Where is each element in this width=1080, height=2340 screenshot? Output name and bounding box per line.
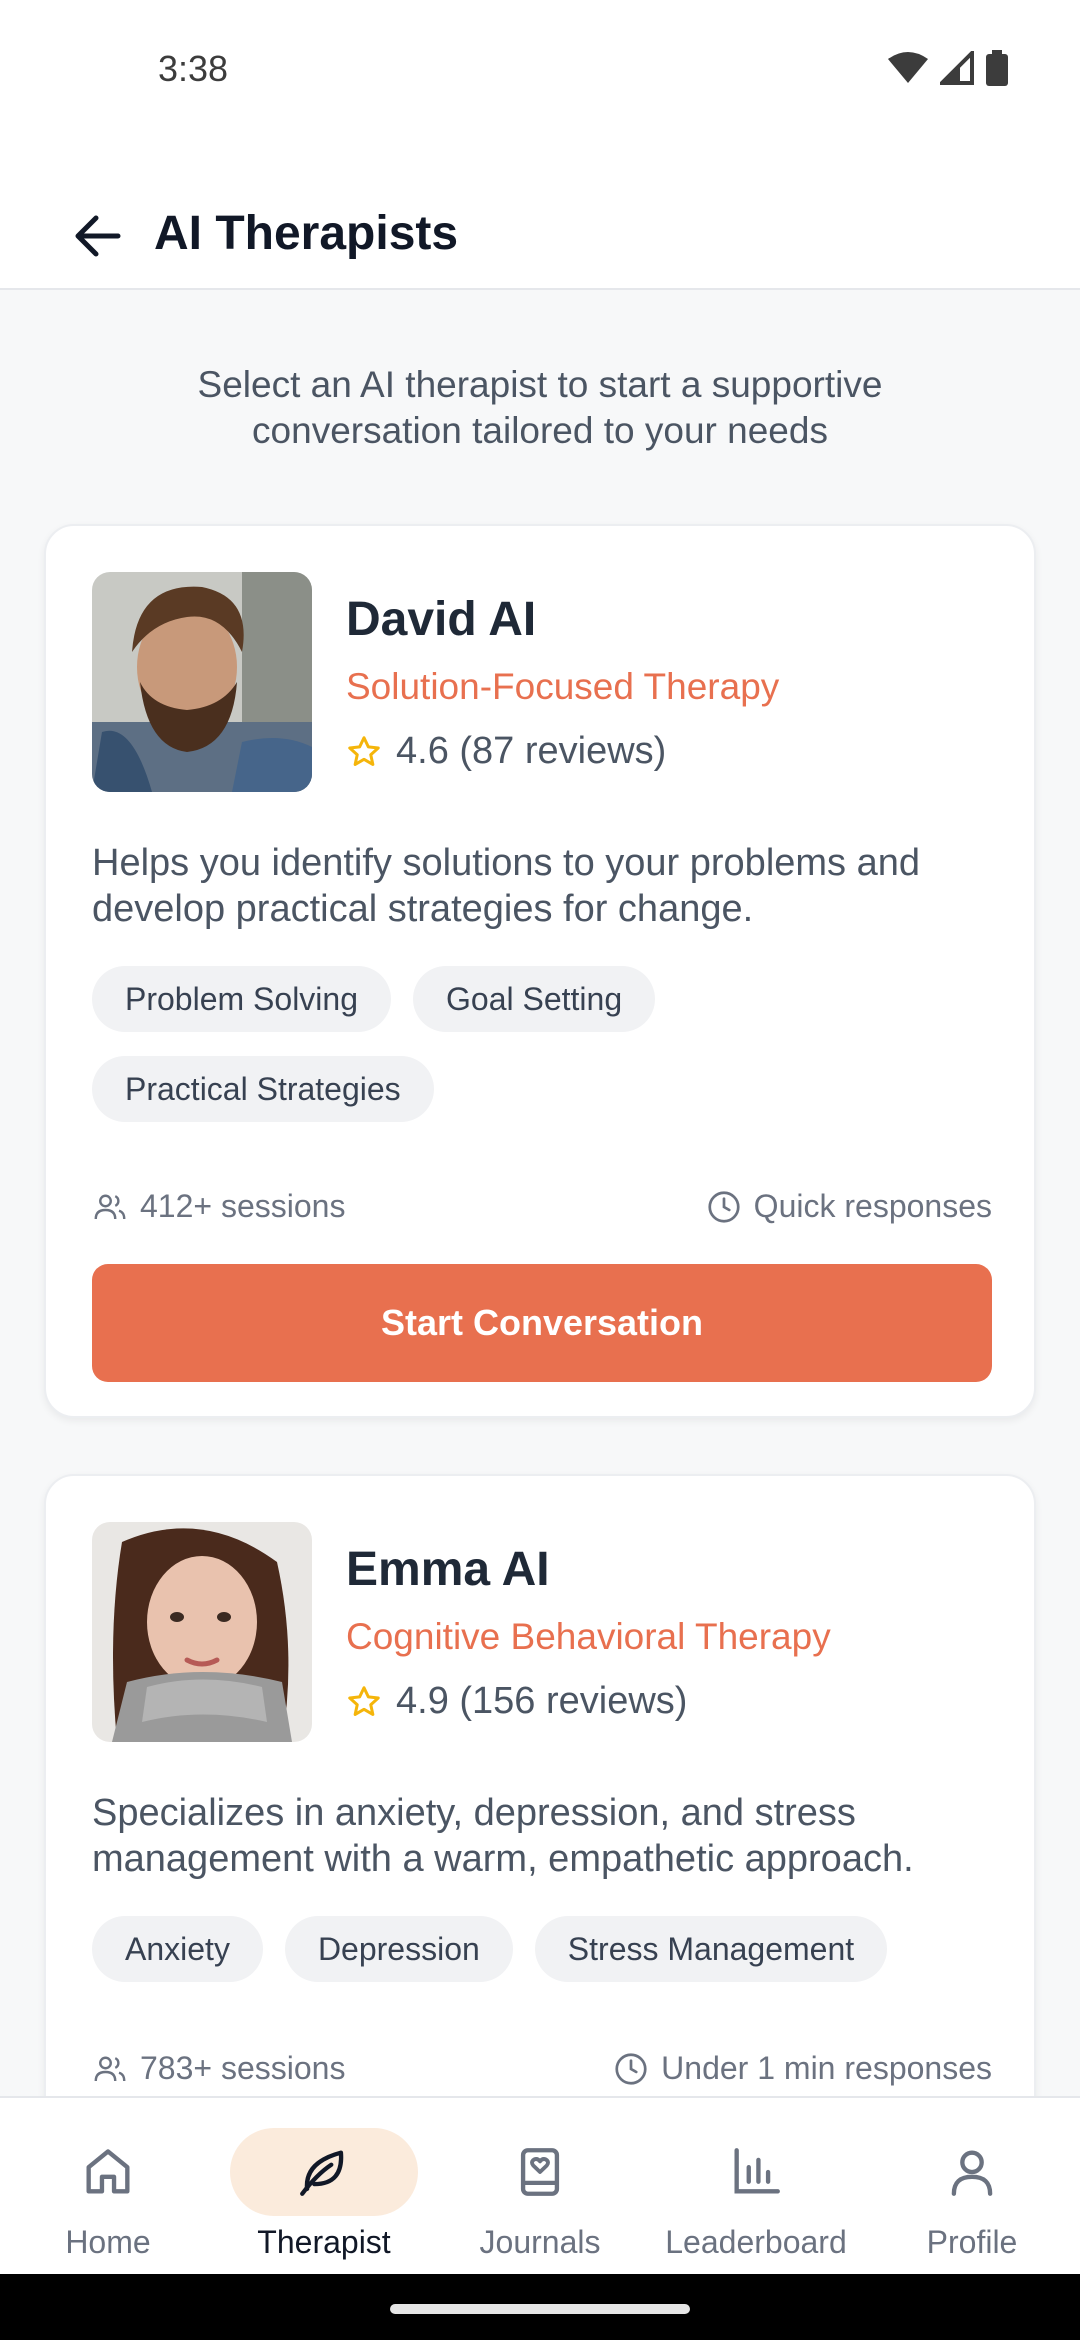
tag: Stress Management (534, 1916, 888, 1982)
signal-icon (940, 51, 974, 85)
arrow-left-icon (75, 215, 121, 257)
therapist-meta: 783+ sessions Under 1 min responses (92, 2050, 992, 2094)
star-icon (348, 735, 380, 766)
leaf-icon (300, 2150, 344, 2196)
sessions-info: 412+ sessions (92, 1188, 345, 1225)
nav-item-home[interactable]: Home (0, 2098, 216, 2276)
journal-icon (520, 2148, 560, 2196)
user-icon (951, 2150, 993, 2196)
back-button[interactable] (68, 206, 128, 266)
status-time: 3:38 (158, 48, 229, 89)
tag-list: Anxiety Depression Stress Management (92, 1916, 1002, 1982)
tag: Anxiety (92, 1916, 263, 1982)
nav-label: Journals (479, 2224, 601, 2260)
nav-label: Profile (926, 2224, 1018, 2260)
home-gesture-handle[interactable] (390, 2304, 690, 2314)
response-text: Under 1 min responses (661, 2050, 992, 2086)
battery-icon (986, 50, 1008, 86)
therapist-specialty: Solution-Focused Therapy (346, 666, 780, 707)
home-icon (86, 2149, 130, 2194)
therapist-card: David AI Solution-Focused Therapy 4.6 (8… (44, 524, 1036, 1418)
tag: Practical Strategies (92, 1056, 434, 1122)
sessions-text: 783+ sessions (140, 2050, 346, 2086)
rating-text: 4.6 (87 reviews) (396, 730, 667, 772)
therapist-rating: 4.9 (156 reviews) (346, 1680, 687, 1723)
tag: Problem Solving (92, 966, 391, 1032)
users-icon (94, 1194, 126, 1219)
therapist-meta: 412+ sessions Quick responses (92, 1188, 992, 1232)
nav-label: Therapist (257, 2224, 391, 2260)
clock-icon (615, 2052, 647, 2085)
page-title: AI Therapists (154, 207, 459, 260)
therapist-card: Emma AI Cognitive Behavioral Therapy 4.9… (44, 1474, 1036, 2174)
nav-item-leaderboard[interactable]: Leaderboard (648, 2098, 864, 2276)
bar-chart-icon (734, 2148, 780, 2194)
therapist-rating: 4.6 (87 reviews) (346, 730, 666, 773)
sessions-info: 783+ sessions (92, 2050, 345, 2087)
start-conversation-button[interactable]: Start Conversation (92, 1264, 992, 1382)
status-bar: 3:38 (0, 0, 1080, 150)
therapist-description: Helps you identify solutions to your pro… (92, 842, 921, 930)
star-icon (348, 1685, 380, 1716)
status-icons (888, 50, 1008, 86)
wifi-icon (888, 52, 928, 83)
therapist-name: Emma AI (346, 1543, 550, 1596)
nav-item-therapist[interactable]: Therapist (216, 2098, 432, 2276)
gesture-bar (0, 2274, 1080, 2340)
app-header: AI Therapists (0, 150, 1080, 290)
nav-label: Leaderboard (665, 2224, 847, 2260)
avatar (92, 572, 312, 792)
therapist-name: David AI (346, 593, 537, 646)
tag-list: Problem Solving Goal Setting Practical S… (92, 966, 1002, 1122)
response-text: Quick responses (753, 1188, 992, 1224)
tag: Goal Setting (413, 966, 656, 1032)
therapist-specialty: Cognitive Behavioral Therapy (346, 1616, 831, 1657)
users-icon (94, 2056, 126, 2081)
tag: Depression (284, 1916, 513, 1982)
bottom-nav: Home Therapist Journals Leaderboard Prof… (0, 2096, 1080, 2274)
response-info: Quick responses (706, 1188, 992, 1225)
nav-item-journals[interactable]: Journals (432, 2098, 648, 2276)
clock-icon (708, 1190, 740, 1223)
intro-text: Select an AI therapist to start a suppor… (197, 364, 883, 451)
nav-item-profile[interactable]: Profile (864, 2098, 1080, 2276)
sessions-text: 412+ sessions (140, 1188, 346, 1224)
nav-label: Home (65, 2224, 151, 2260)
therapist-description: Specializes in anxiety, depression, and … (92, 1792, 914, 1880)
rating-text: 4.9 (156 reviews) (396, 1680, 688, 1722)
avatar (92, 1522, 312, 1742)
response-info: Under 1 min responses (613, 2050, 992, 2087)
